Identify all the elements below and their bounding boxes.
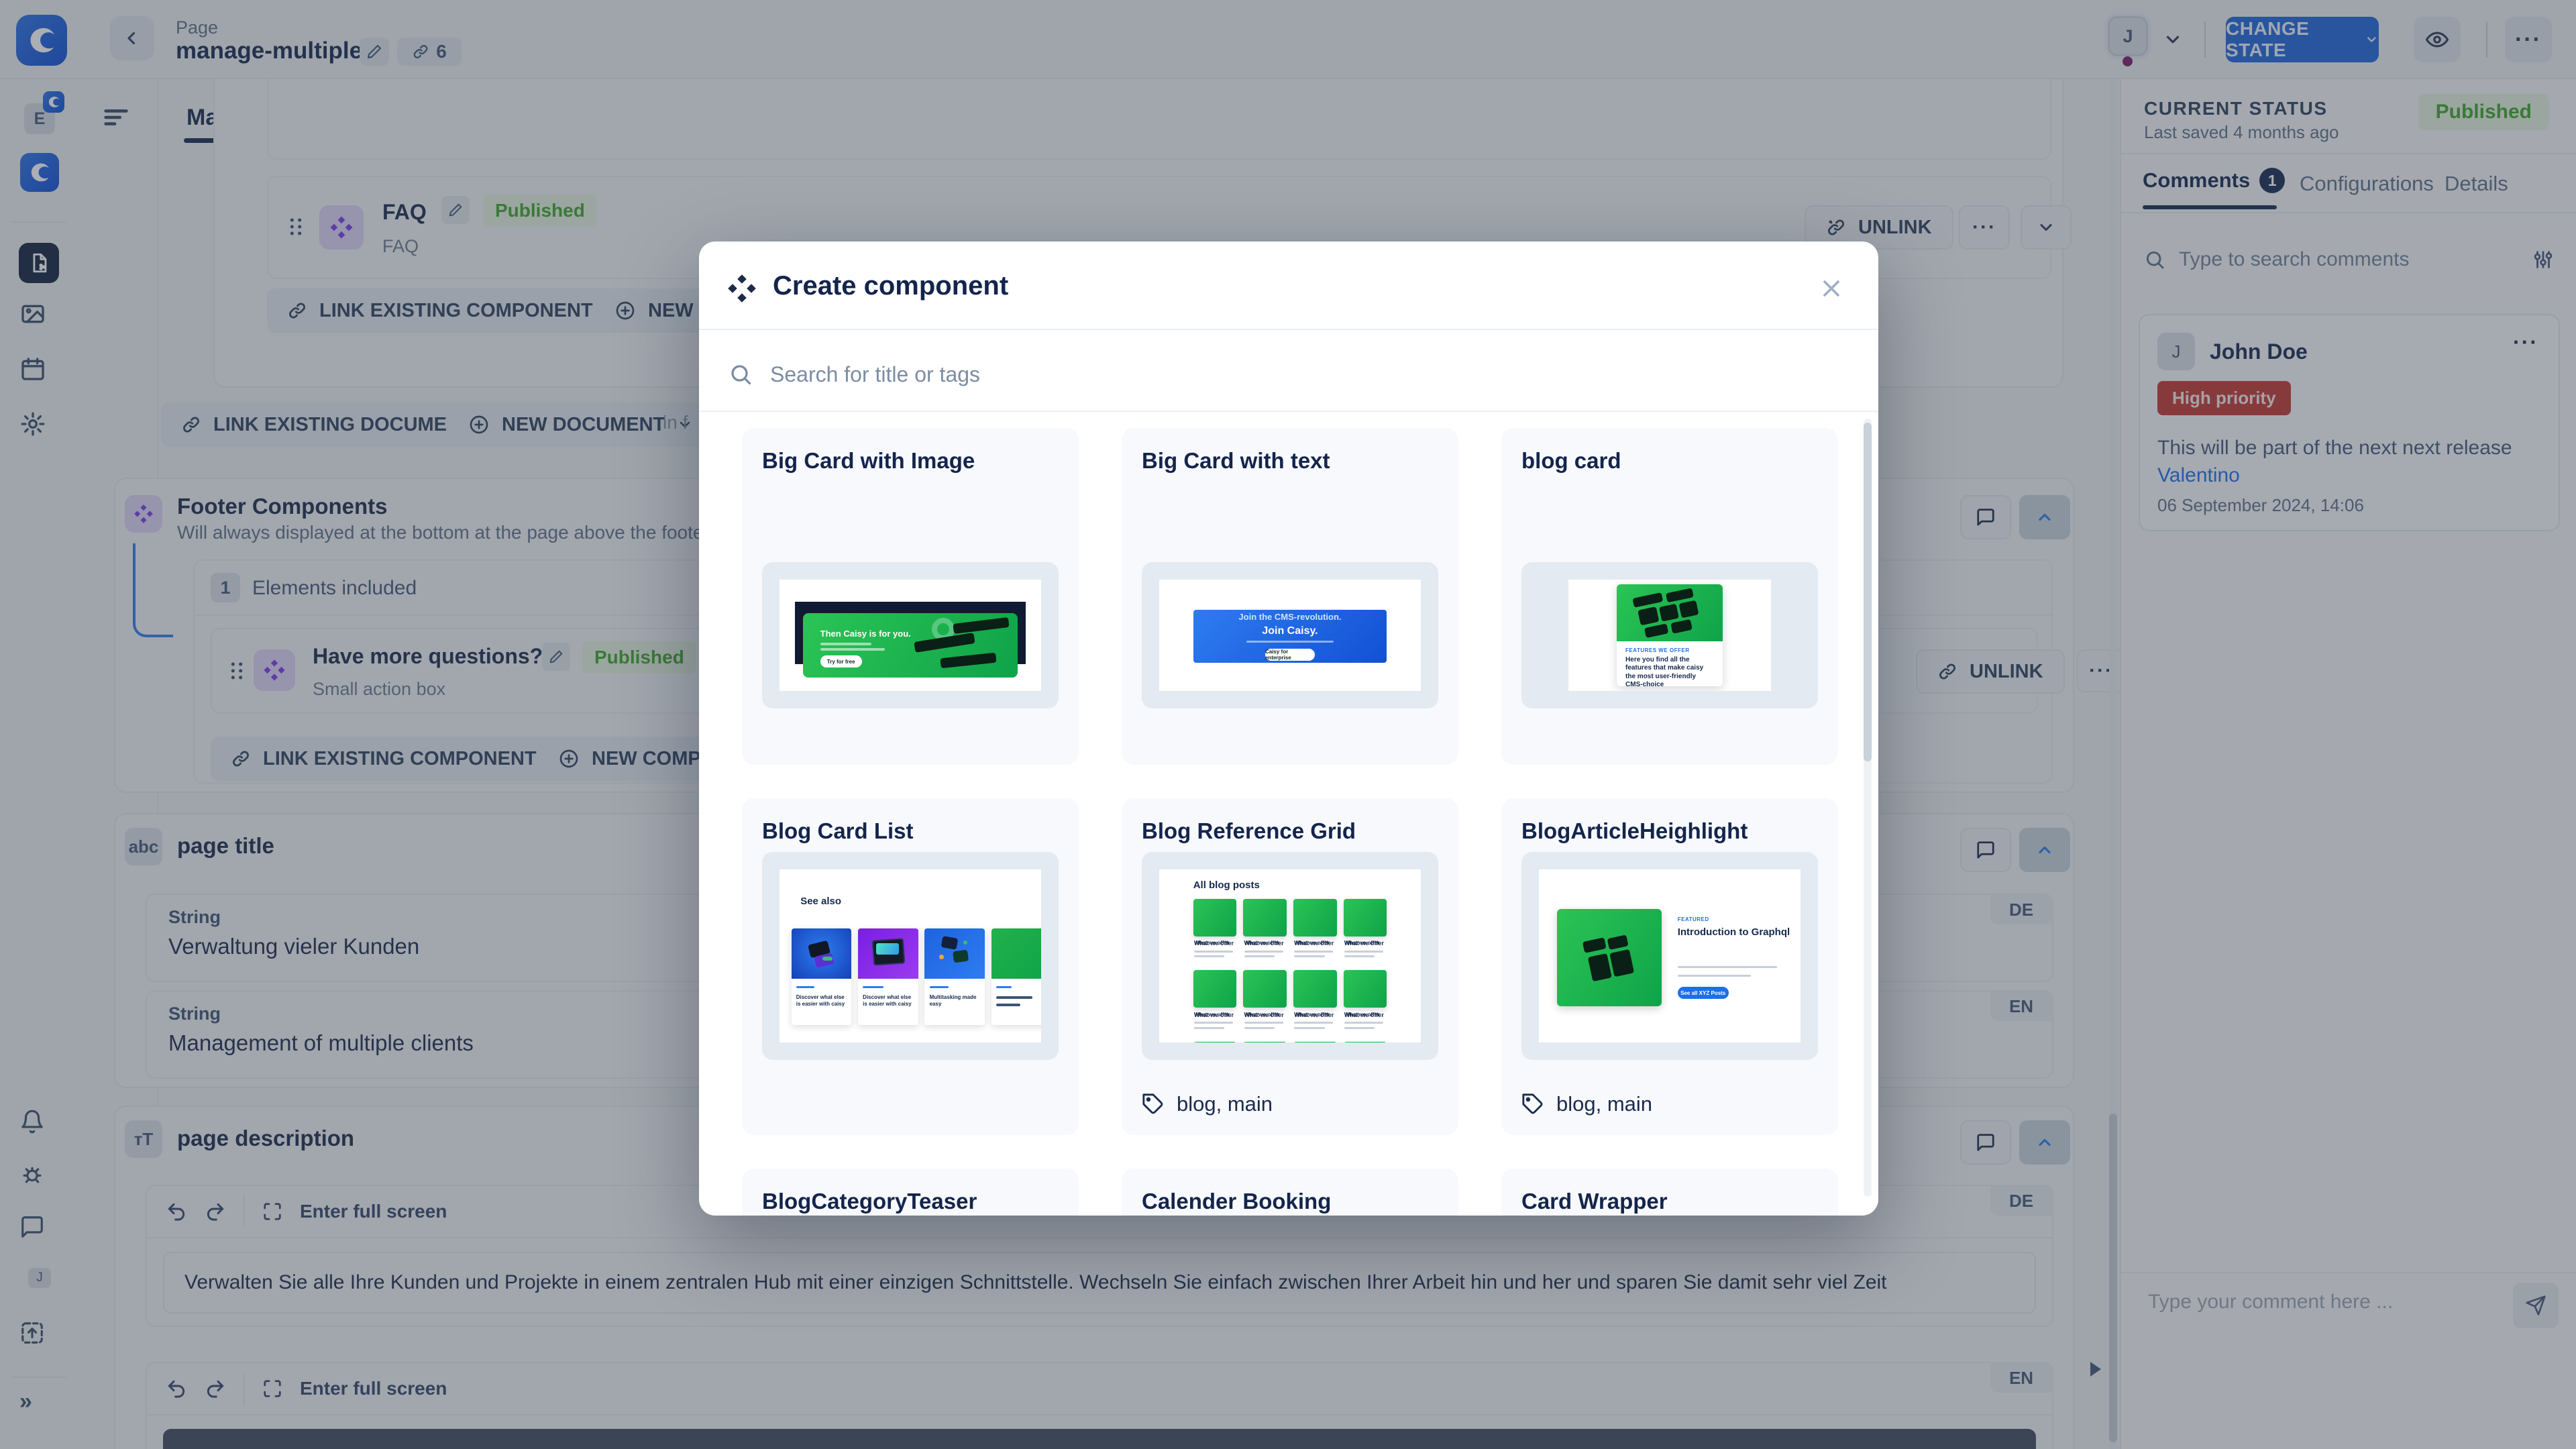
thumb-green-panel: Then Caisy is for you. Try for free bbox=[803, 613, 1018, 678]
card-title: Blog Reference Grid bbox=[1142, 818, 1356, 844]
card-title: Card Wrapper bbox=[1521, 1189, 1668, 1214]
card-title: Blog Card List bbox=[762, 818, 914, 844]
modal-scrollbar-thumb[interactable] bbox=[1864, 423, 1872, 761]
tag-icon bbox=[1142, 1093, 1165, 1116]
tile-caption: What we offer bbox=[1344, 1012, 1384, 1018]
component-card-big-card-with-text[interactable]: Big Card with text Join the CMS-revoluti… bbox=[1122, 428, 1458, 765]
thumb-line1: Join the CMS-revolution. bbox=[1238, 612, 1341, 622]
card-thumbnail: Join the CMS-revolution. Join Caisy. Cai… bbox=[1142, 562, 1438, 708]
card-thumbnail: Then Caisy is for you. Try for free bbox=[762, 562, 1059, 708]
tile-caption: What we offer bbox=[1344, 940, 1384, 947]
card-title: Big Card with text bbox=[1142, 448, 1330, 474]
component-card-big-card-with-image[interactable]: Big Card with Image Then Caisy is for yo… bbox=[742, 428, 1079, 765]
tile-caption: What we offer bbox=[1194, 940, 1234, 947]
thumb-button: Try for free bbox=[820, 655, 862, 667]
card-title: blog card bbox=[1521, 448, 1621, 474]
card-thumbnail: All blog posts What we offer What we offe… bbox=[1142, 852, 1438, 1060]
divider bbox=[699, 329, 1878, 330]
tile-caption: What we offer bbox=[1244, 940, 1284, 947]
card-tags-label: blog, main bbox=[1177, 1092, 1273, 1116]
card-title: BlogArticleHeighlight bbox=[1521, 818, 1748, 844]
thumb-item: Discover what else is easier with caisy bbox=[863, 994, 913, 1008]
card-thumbnail: FEATURES WE OFFER Here you find all the … bbox=[1521, 562, 1818, 708]
card-title: Big Card with Image bbox=[762, 448, 975, 474]
component-card-calender-booking[interactable]: Calender Booking bbox=[1122, 1169, 1458, 1216]
component-card-blog-card[interactable]: blog card bbox=[1501, 428, 1838, 765]
create-component-modal: Create component Big Card with Image The… bbox=[699, 241, 1878, 1216]
search-icon bbox=[729, 362, 753, 386]
component-card-card-wrapper[interactable]: Card Wrapper bbox=[1501, 1169, 1838, 1216]
modal-search bbox=[729, 342, 1842, 407]
thumb-line2: Join Caisy. bbox=[1262, 625, 1318, 637]
thumb-heading: See also bbox=[800, 896, 841, 907]
component-card-blog-article-heighlight[interactable]: BlogArticleHeighlight FEATURED Introduct… bbox=[1501, 798, 1838, 1135]
card-title: BlogCategoryTeaser bbox=[762, 1189, 977, 1214]
tag-icon bbox=[1521, 1093, 1544, 1116]
modal-title: Create component bbox=[773, 271, 1008, 301]
component-diamonds-icon bbox=[726, 272, 758, 305]
card-thumbnail: FEATURED Introduction to Graphql See all… bbox=[1521, 852, 1818, 1060]
component-card-blog-category-teaser[interactable]: BlogCategoryTeaser bbox=[742, 1169, 1079, 1216]
thumb-text: Here you find all the features that make… bbox=[1625, 656, 1714, 690]
card-tags: blog, main bbox=[1521, 1092, 1652, 1116]
modal-search-input[interactable] bbox=[770, 362, 1842, 387]
thumb-item: Multitasking made easy bbox=[930, 994, 980, 1008]
thumb-heading: Then Caisy is for you. bbox=[820, 629, 911, 639]
tile-caption: What we offer bbox=[1194, 1012, 1234, 1018]
close-icon[interactable] bbox=[1818, 275, 1845, 302]
thumb-button: Caisy for enterprise bbox=[1265, 649, 1315, 661]
card-thumbnail: See also Discover what else is easier wi… bbox=[762, 852, 1059, 1060]
component-card-blog-card-list[interactable]: Blog Card List See also Discover what el… bbox=[742, 798, 1079, 1135]
thumb-button: See all XYZ Posts bbox=[1678, 987, 1729, 999]
tile-caption: What we offer bbox=[1294, 1012, 1334, 1018]
card-title: Calender Booking bbox=[1142, 1189, 1331, 1214]
tile-caption: What we offer bbox=[1294, 940, 1334, 947]
card-tags: blog, main bbox=[1142, 1092, 1273, 1116]
thumb-item: Discover what else is easier with caisy bbox=[796, 994, 847, 1008]
thumb-label: FEATURES WE OFFER bbox=[1625, 647, 1689, 653]
tile-caption: What we offer bbox=[1244, 1012, 1284, 1018]
thumb-heading: Introduction to Graphql bbox=[1678, 926, 1793, 938]
thumb-label: FEATURED bbox=[1678, 916, 1709, 922]
divider bbox=[699, 411, 1878, 412]
component-card-blog-reference-grid[interactable]: Blog Reference Grid All blog posts What … bbox=[1122, 798, 1458, 1135]
card-tags-label: blog, main bbox=[1556, 1092, 1652, 1116]
thumb-heading: All blog posts bbox=[1193, 879, 1260, 891]
